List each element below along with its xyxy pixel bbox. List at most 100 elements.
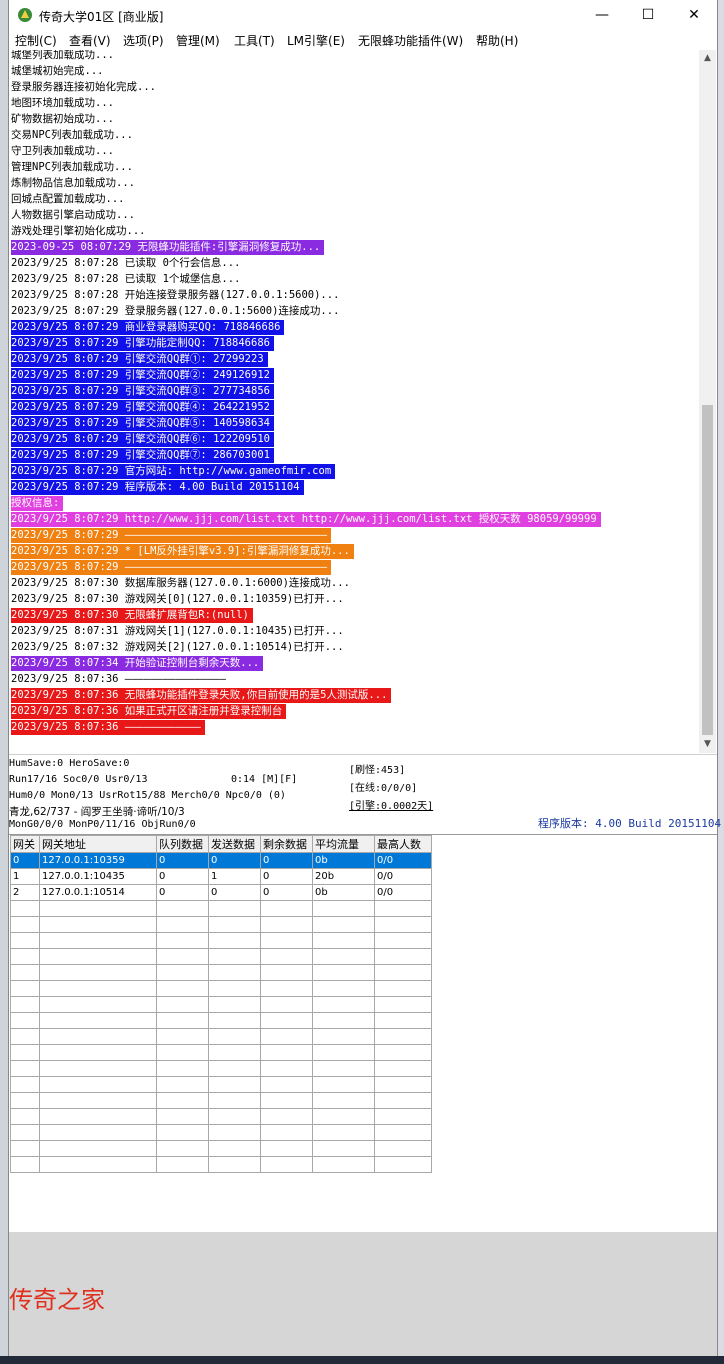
table-row-empty[interactable] [10,1124,432,1141]
table-row-empty[interactable] [10,1092,432,1109]
table-cell [10,1060,40,1077]
column-header[interactable]: 最高人数 [374,835,432,853]
log-line: 2023/9/25 8:07:29 引擎交流QQ群⑦: 286703001 [11,448,274,463]
menu-plugin[interactable]: 无限蜂功能插件(W) [358,32,463,49]
log-line: 游戏处理引擎初始化成功... [11,225,146,237]
close-button[interactable]: ✕ [671,0,717,30]
column-header[interactable]: 网关 [10,835,40,853]
menu-control[interactable]: 控制(C) [15,32,57,49]
menu-manage[interactable]: 管理(M) [176,32,220,49]
table-cell [374,1092,432,1109]
column-header[interactable]: 发送数据 [208,835,261,853]
table-cell [260,1140,313,1157]
table-cell [208,1124,261,1141]
log-line: 2023/9/25 8:07:32 游戏网关[2](127.0.0.1:1051… [11,641,344,653]
log-line: 2023/9/25 8:07:29 引擎功能定制QQ: 718846686 [11,336,274,351]
table-row-empty[interactable] [10,1156,432,1173]
table-row-empty[interactable] [10,964,432,981]
table-cell [10,1092,40,1109]
table-cell [312,1092,375,1109]
table-cell [156,1140,209,1157]
table-cell: 0 [156,884,209,901]
menu-view[interactable]: 查看(V) [69,32,111,49]
table-row-empty[interactable] [10,948,432,965]
table-cell [208,1092,261,1109]
table-cell [10,932,40,949]
table-cell [39,916,157,933]
log-line: 2023/9/25 8:07:29 引擎交流QQ群⑥: 122209510 [11,432,274,447]
table-cell [156,964,209,981]
table-row-empty[interactable] [10,1060,432,1077]
log-line: 2023/9/25 8:07:29 * [LM反外挂引擎v3.9]:引擎漏洞修复… [11,544,354,559]
table-cell [260,932,313,949]
log-line: 2023/9/25 8:07:29 程序版本: 4.00 Build 20151… [11,480,304,495]
table-cell [156,1028,209,1045]
server-log[interactable]: 城堡列表加载成功... 城堡城初始完成... 登录服务器连接初始化完成... 地图环境… [10,50,698,753]
table-cell [208,916,261,933]
column-header[interactable]: 网关地址 [39,835,157,853]
title-bar[interactable]: 传奇大学01区 [商业版] — ☐ ✕ [9,0,717,30]
menu-tools[interactable]: 工具(T) [234,32,275,49]
table-cell [312,900,375,917]
table-cell: 0 [260,884,313,901]
scroll-thumb[interactable] [702,405,713,735]
log-line: 2023/9/25 8:07:34 开始验证控制台剩余天数... [11,656,264,671]
app-icon [18,8,32,22]
scroll-down-icon[interactable]: ▼ [699,736,716,753]
maximize-button[interactable]: ☐ [625,0,671,30]
table-cell [156,900,209,917]
table-row-empty[interactable] [10,996,432,1013]
table-cell: 1 [208,868,261,885]
table-cell [39,1076,157,1093]
table-row-empty[interactable] [10,980,432,997]
table-row[interactable]: 1 127.0.0.1:10435 0 1 0 20b 0/0 [10,868,432,885]
table-row-empty[interactable] [10,1012,432,1029]
table-row-empty[interactable] [10,916,432,933]
log-line: 2023/9/25 8:07:36 ———————————— [11,720,205,735]
table-row-empty[interactable] [10,900,432,917]
log-line: 2023/9/25 8:07:36 ———————————————— [11,673,226,685]
log-scrollbar[interactable]: ▲ ▼ [699,50,716,753]
table-cell [208,964,261,981]
status-online: [在线:0/0/0] [349,783,418,794]
log-line: 2023/9/25 8:07:30 数据库服务器(127.0.0.1:6000)… [11,577,350,589]
log-line: 炼制物品信息加载成功... [11,177,135,189]
table-cell [374,932,432,949]
column-header[interactable]: 平均流量 [312,835,375,853]
table-cell [260,1012,313,1029]
table-row-empty[interactable] [10,1028,432,1045]
table-row-empty[interactable] [10,932,432,949]
table-row[interactable]: 0 127.0.0.1:10359 0 0 0 0b 0/0 [10,852,432,869]
log-line: 2023/9/25 8:07:29 引擎交流QQ群④: 264221952 [11,400,274,415]
scroll-up-icon[interactable]: ▲ [699,50,716,67]
menu-bar: 控制(C) 查看(V) 选项(P) 管理(M) 工具(T) LM引擎(E) 无限… [9,30,717,50]
table-cell [156,1156,209,1173]
table-row-empty[interactable] [10,1044,432,1061]
status-run: Run17/16 Soc0/0 Usr0/13 [9,774,148,785]
table-row-empty[interactable] [10,1140,432,1157]
bottom-pane: 传奇之家 [9,1232,717,1356]
table-cell [208,1108,261,1125]
menu-options[interactable]: 选项(P) [123,32,164,49]
column-header[interactable]: 剩余数据 [260,835,313,853]
table-row[interactable]: 2 127.0.0.1:10514 0 0 0 0b 0/0 [10,884,432,901]
log-line: 交易NPC列表加载成功... [11,129,133,141]
minimize-button[interactable]: — [579,0,625,30]
log-line: 2023/9/25 8:07:29 引擎交流QQ群③: 277734856 [11,384,274,399]
column-header[interactable]: 队列数据 [156,835,209,853]
table-cell [156,1012,209,1029]
status-engine: [引擎:0.0002天] [349,801,434,812]
table-cell [260,1156,313,1173]
table-cell [374,948,432,965]
menu-lm-engine[interactable]: LM引擎(E) [287,32,345,49]
table-cell [260,1108,313,1125]
server-window: 传奇大学01区 [商业版] — ☐ ✕ 控制(C) 查看(V) 选项(P) 管理… [8,0,721,1356]
table-cell [260,1060,313,1077]
menu-help[interactable]: 帮助(H) [476,32,518,49]
table-cell [208,1044,261,1061]
table-row-empty[interactable] [10,1076,432,1093]
log-line: 2023/9/25 8:07:36 无限蜂功能插件登录失败,你目前使用的是5人测… [11,688,392,703]
log-line: 2023/9/25 8:07:29 引擎交流QQ群①: 27299223 [11,352,268,367]
gateway-table[interactable]: 网关 网关地址 队列数据 发送数据 剩余数据 平均流量 最高人数 0 127.0.0.1:10… [10,835,432,1173]
table-row-empty[interactable] [10,1108,432,1125]
